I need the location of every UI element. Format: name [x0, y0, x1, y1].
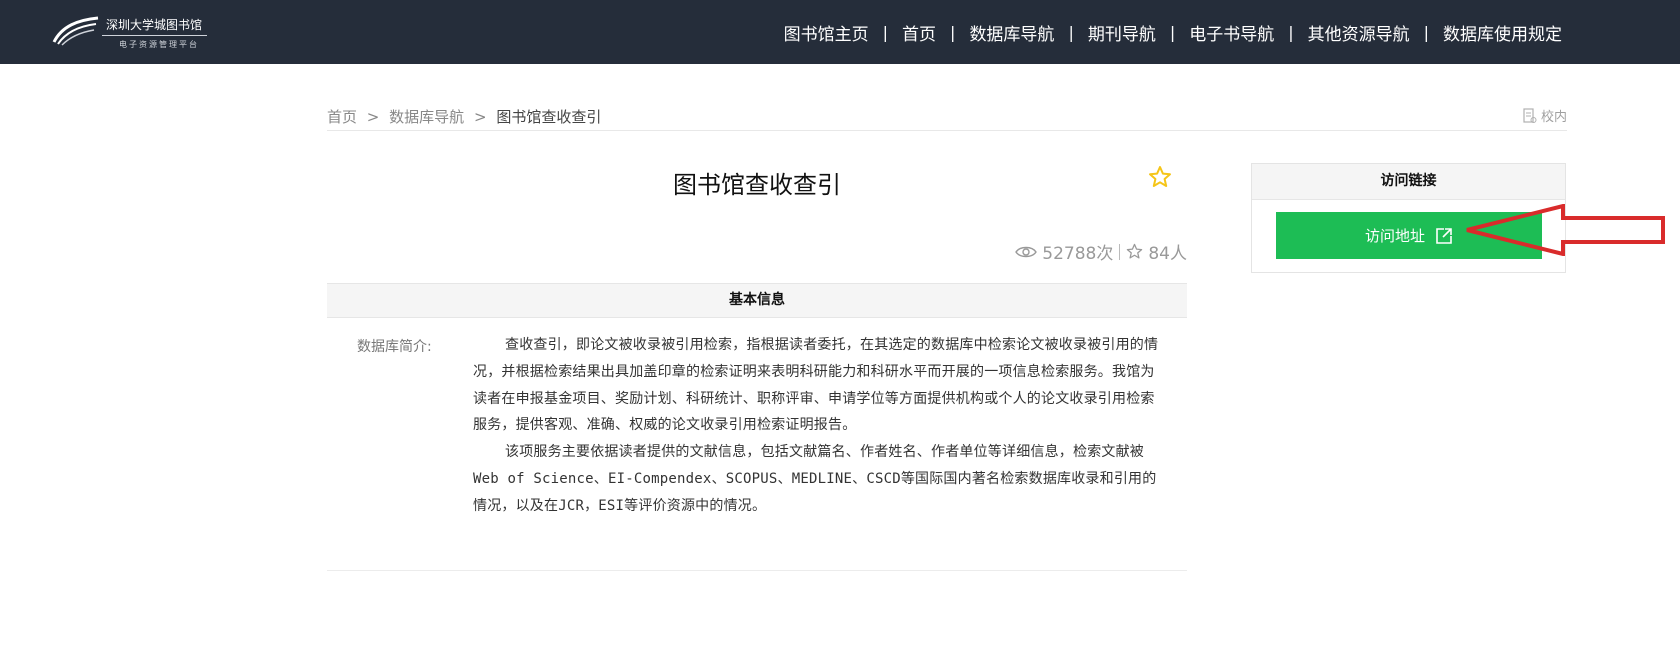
star-outline-icon: [1127, 243, 1143, 259]
favorite-button[interactable]: [1148, 165, 1172, 193]
nav-separator: |: [1169, 23, 1176, 42]
basic-info-heading: 基本信息: [327, 283, 1187, 318]
view-count: 52788次: [1042, 244, 1114, 264]
nav-separator: |: [1423, 23, 1429, 42]
database-stats: 52788次 84人: [1015, 239, 1187, 264]
intro-paragraph: 查收查引，即论文被收录被引用检索，指根据读者委托，在其选定的数据库中检索论文被收…: [473, 337, 1159, 434]
campus-label: 校内: [1540, 110, 1567, 125]
content-divider: [327, 570, 1187, 571]
intro-label: 数据库简介:: [357, 339, 432, 355]
campus-document-icon: [1523, 107, 1537, 123]
stats-separator: [1119, 243, 1121, 260]
nav-other-resources[interactable]: 其他资源导航: [1308, 20, 1410, 45]
nav-library-home[interactable]: 图书馆主页: [784, 20, 869, 45]
red-arrow-annotation: [1466, 204, 1665, 256]
breadcrumb: 首页 > 数据库导航 > 图书馆查收查引: [327, 106, 601, 127]
campus-access-badge: 校内: [1523, 106, 1567, 125]
main-nav: 图书馆主页 | 首页 | 数据库导航 | 期刊导航 | 电子书导航 | 其他资源…: [784, 20, 1562, 45]
library-logo[interactable]: 深圳大学城图书馆 电子资源管理平台: [52, 14, 212, 52]
external-link-icon: [1436, 227, 1452, 244]
logo-swoosh-icon: [52, 16, 99, 46]
logo-title: 深圳大学城图书馆: [106, 18, 203, 32]
nav-database-rules[interactable]: 数据库使用规定: [1443, 20, 1562, 45]
intro-text: 查收查引，即论文被收录被引用检索，指根据读者委托，在其选定的数据库中检索论文被收…: [473, 332, 1161, 520]
visit-address-label: 访问地址: [1364, 227, 1425, 245]
star-icon: [1149, 166, 1171, 187]
breadcrumb-database-guide[interactable]: 数据库导航: [389, 108, 464, 126]
intro-paragraph: 该项服务主要依据读者提供的文献信息，包括文献篇名、作者姓名、作者单位等详细信息，…: [473, 444, 1157, 514]
breadcrumb-home[interactable]: 首页: [327, 108, 357, 126]
nav-home[interactable]: 首页: [902, 20, 936, 45]
favorite-count: 84人: [1148, 244, 1187, 264]
nav-separator: |: [1068, 23, 1074, 42]
nav-database-guide[interactable]: 数据库导航: [969, 20, 1054, 45]
breadcrumb-divider: [327, 130, 1567, 131]
breadcrumb-current: 图书馆查收查引: [496, 108, 602, 126]
database-title: 图书馆查收查引: [673, 171, 841, 199]
breadcrumb-separator: >: [366, 108, 380, 126]
logo-subtitle: 电子资源管理平台: [119, 40, 199, 49]
eye-icon: [1015, 246, 1038, 257]
breadcrumb-separator: >: [473, 108, 487, 126]
access-link-heading: 访问链接: [1252, 164, 1565, 200]
nav-ebook-guide[interactable]: 电子书导航: [1189, 20, 1274, 45]
logo-divider: [102, 35, 207, 36]
top-navbar: 深圳大学城图书馆 电子资源管理平台 图书馆主页 | 首页 | 数据库导航 | 期…: [0, 0, 1680, 64]
nav-separator: |: [950, 23, 956, 42]
nav-journal-guide[interactable]: 期刊导航: [1088, 20, 1156, 45]
nav-separator: |: [1288, 23, 1294, 42]
nav-separator: |: [882, 23, 889, 42]
